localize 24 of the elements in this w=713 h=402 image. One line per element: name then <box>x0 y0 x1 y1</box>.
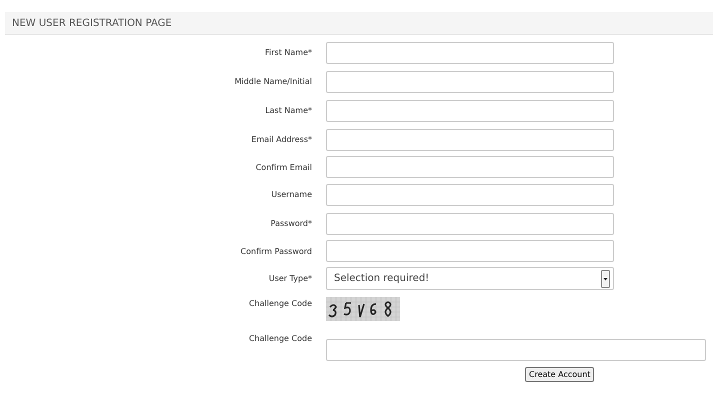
page-title: NEW USER REGISTRATION PAGE <box>12 18 172 28</box>
field-label: First Name* <box>264 48 313 57</box>
field-label: Email Address* <box>250 135 313 144</box>
input-field[interactable] <box>326 184 614 206</box>
input-field[interactable] <box>326 42 614 64</box>
field-label: Username <box>270 190 313 199</box>
field-label: User Type* <box>268 274 313 283</box>
input-field[interactable] <box>326 70 614 92</box>
field-label: Confirm Email <box>254 162 313 172</box>
input-field[interactable] <box>326 212 614 234</box>
select-field[interactable]: Selection required! <box>326 267 614 290</box>
input-field[interactable] <box>326 240 614 262</box>
create-account-button[interactable]: Create Account <box>525 367 594 382</box>
dropdown-caret-icon[interactable] <box>601 270 610 288</box>
input-field[interactable] <box>326 128 614 150</box>
input-field[interactable] <box>326 339 706 361</box>
input-field[interactable] <box>326 100 614 122</box>
field-label: Challenge Code <box>248 333 313 343</box>
input-field[interactable] <box>326 156 614 178</box>
field-label: Challenge Code <box>248 298 313 308</box>
field-label: Password* <box>270 219 313 228</box>
field-label: Last Name* <box>264 106 313 115</box>
field-label: Confirm Password <box>240 246 313 256</box>
field-label: Middle Name/Initial <box>234 77 313 86</box>
